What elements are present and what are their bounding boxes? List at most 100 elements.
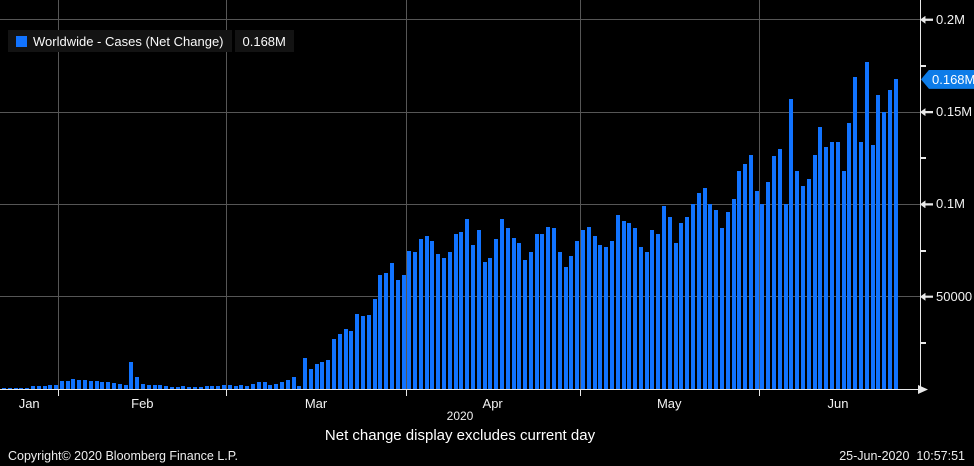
data-bar	[610, 241, 614, 389]
data-bar	[622, 221, 626, 389]
data-bar	[876, 95, 880, 389]
data-bar	[546, 227, 550, 389]
data-bar	[517, 243, 521, 389]
data-bar	[465, 219, 469, 389]
data-bar	[378, 275, 382, 389]
data-bar	[633, 228, 637, 389]
data-bar	[703, 188, 707, 389]
data-bar	[732, 199, 736, 389]
data-bar	[847, 123, 851, 389]
chart-subtitle: Net change display excludes current day	[325, 427, 595, 444]
data-bar	[691, 204, 695, 389]
data-bar	[477, 230, 481, 389]
data-bar	[772, 156, 776, 389]
x-axis-month-label: Jan	[19, 396, 40, 411]
data-bar	[859, 142, 863, 389]
data-bar	[645, 252, 649, 389]
data-bar	[280, 382, 284, 389]
last-value-marker: 0.168M	[921, 70, 974, 89]
data-bar	[679, 223, 683, 389]
y-axis-major-tick	[920, 293, 933, 301]
data-bar	[488, 258, 492, 389]
data-bar	[419, 239, 423, 389]
data-bar	[540, 234, 544, 389]
data-bar	[384, 273, 388, 389]
y-axis-major-tick	[920, 200, 933, 208]
data-bar	[766, 182, 770, 389]
data-bar	[674, 243, 678, 389]
data-bar	[662, 206, 666, 389]
data-bar	[807, 179, 811, 389]
chart-plot-area[interactable]: 0.2M0.15M0.1M50000JanFebMarAprMayJun	[0, 0, 974, 466]
data-bar	[523, 260, 527, 389]
x-axis-month-label: Feb	[131, 396, 153, 411]
data-bar	[257, 382, 261, 389]
data-bar	[349, 331, 353, 389]
data-bar	[326, 360, 330, 389]
data-bar	[471, 245, 475, 389]
data-bar	[89, 381, 93, 389]
data-bar	[714, 210, 718, 389]
data-bar	[708, 204, 712, 389]
data-bar	[425, 236, 429, 389]
data-bar	[454, 234, 458, 389]
data-bar	[564, 267, 568, 389]
data-bar	[569, 256, 573, 389]
data-bar	[338, 334, 342, 389]
data-bar	[320, 362, 324, 389]
data-bar	[459, 232, 463, 389]
data-bar	[303, 358, 307, 389]
data-bar	[818, 127, 822, 389]
data-bar	[593, 236, 597, 389]
data-bar	[506, 228, 510, 389]
x-axis-month-label: May	[657, 396, 682, 411]
x-axis-tick	[580, 390, 581, 396]
data-bar	[66, 381, 70, 389]
data-bar	[656, 234, 660, 389]
x-axis-month-label: Apr	[483, 396, 503, 411]
data-bar	[853, 77, 857, 389]
timestamp-text: 25-Jun-2020 10:57:51	[839, 449, 965, 463]
gridline-vertical	[226, 0, 227, 389]
data-bar	[720, 228, 724, 389]
data-bar	[83, 380, 87, 389]
data-bar	[801, 186, 805, 389]
data-bar	[842, 171, 846, 389]
data-bar	[367, 315, 371, 389]
legend-value-box[interactable]: 0.168M	[235, 30, 294, 52]
data-bar	[390, 263, 394, 389]
data-bar	[627, 223, 631, 389]
data-bar	[598, 245, 602, 389]
data-bar	[309, 369, 313, 389]
data-bar	[616, 215, 620, 389]
gridline-horizontal	[0, 112, 920, 113]
data-bar	[106, 382, 110, 389]
data-bar	[789, 99, 793, 389]
data-bar	[129, 362, 133, 389]
x-axis-tick	[406, 390, 407, 396]
x-axis-month-label: Jun	[828, 396, 849, 411]
data-bar	[587, 227, 591, 389]
data-bar	[639, 247, 643, 389]
legend-series-value: 0.168M	[243, 34, 286, 49]
data-bar	[442, 258, 446, 389]
data-bar	[373, 299, 377, 389]
data-bar	[529, 252, 533, 389]
x-axis-year-label: 2020	[447, 409, 474, 423]
bloomberg-chart-window: 0.2M0.15M0.1M50000JanFebMarAprMayJun 0.1…	[0, 0, 974, 466]
data-bar	[552, 228, 556, 389]
data-bar	[743, 164, 747, 389]
data-bar	[286, 380, 290, 389]
data-bar	[795, 171, 799, 389]
data-bar	[882, 112, 886, 389]
data-bar	[581, 230, 585, 389]
data-bar	[760, 204, 764, 389]
y-axis-major-tick	[920, 108, 933, 116]
data-bar	[407, 251, 411, 389]
y-axis-tick-label: 0.15M	[936, 105, 972, 119]
legend-series-box[interactable]: Worldwide - Cases (Net Change)	[8, 30, 232, 52]
legend-series-label: Worldwide - Cases (Net Change)	[33, 34, 224, 49]
data-bar	[135, 377, 139, 389]
data-bar	[512, 238, 516, 389]
x-axis-tick	[226, 390, 227, 396]
